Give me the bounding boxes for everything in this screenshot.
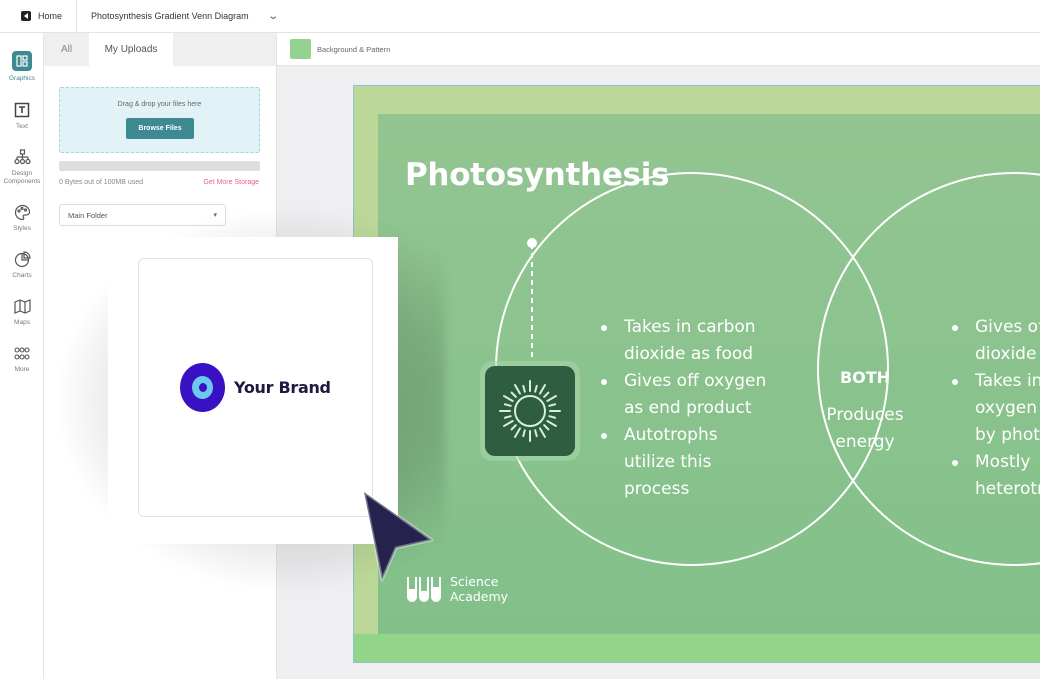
- get-more-storage-link[interactable]: Get More Storage: [203, 179, 259, 186]
- rail-item-more[interactable]: More: [0, 344, 44, 374]
- slide-canvas[interactable]: Photosynthesis Takes in carbon dioxide as…: [353, 85, 1040, 663]
- bullet-item: Gives off carbondioxide: [948, 314, 1040, 368]
- bullet-item: Takes in carbon dioxide as food: [597, 314, 766, 368]
- bullet-item: Gives off oxygen as end product: [597, 368, 766, 422]
- left-circle-bullets: Takes in carbon dioxide as food Gives off…: [597, 314, 766, 503]
- graphics-icon: [12, 51, 32, 71]
- home-label: Home: [38, 11, 63, 21]
- upload-thumbnail: Your Brand: [138, 258, 373, 517]
- rail-item-charts[interactable]: Charts: [0, 250, 44, 280]
- brand-name: Your Brand: [234, 378, 331, 397]
- palette-icon: [13, 203, 31, 221]
- tab-all[interactable]: All: [44, 33, 89, 66]
- pie-chart-icon: [13, 250, 31, 268]
- brand-logo-icon: [180, 363, 225, 412]
- intersection-title: BOTH: [839, 368, 891, 387]
- connector-dot: [527, 238, 537, 248]
- rail-label: Graphics: [8, 75, 35, 82]
- map-icon: [13, 297, 31, 315]
- sun-icon: [482, 361, 483, 362]
- bullet-item: Takes inoxygenby photosynthesis: [948, 368, 1040, 449]
- rail-item-maps[interactable]: Maps: [0, 297, 44, 327]
- rail-label: More: [14, 366, 30, 373]
- chevron-down-icon[interactable]: ⌄: [267, 11, 279, 22]
- bullet-item: Autotrophs utilize this process: [597, 422, 766, 503]
- tab-my-uploads[interactable]: My Uploads: [89, 33, 173, 66]
- dropzone-text: Drag & drop your files here: [117, 101, 202, 108]
- canvas-toolbar: Background & Pattern: [277, 33, 1040, 66]
- storage-usage-text: 0 Bytes out of 100MB used: [59, 179, 144, 186]
- brand-logo-group: Your Brand: [180, 363, 331, 412]
- back-arrow-icon: [21, 11, 31, 21]
- intersection-text: Produces energy: [826, 405, 904, 452]
- grid-dots-icon: [13, 344, 31, 362]
- dragged-upload-card[interactable]: Your Brand: [108, 237, 398, 544]
- background-pattern-button[interactable]: Background & Pattern: [317, 45, 390, 54]
- rail-label: Design Components: [3, 170, 41, 185]
- home-button[interactable]: Home: [0, 0, 78, 32]
- rail-label: Maps: [14, 319, 30, 326]
- rail-label: Styles: [13, 225, 31, 232]
- right-circle-bullets: Gives off carbondioxide Takes inoxygenby…: [948, 314, 1040, 503]
- rail-label: Charts: [12, 272, 32, 279]
- rail-item-graphics[interactable]: Graphics: [0, 51, 44, 83]
- bullet-item: Mostlyheterotrophs: [948, 449, 1040, 503]
- file-dropzone[interactable]: Drag & drop your files here Browse Files: [59, 87, 260, 153]
- top-bar: Home Photosynthesis Gradient Venn Diagra…: [0, 0, 1040, 33]
- background-color-swatch[interactable]: [290, 39, 311, 59]
- rail-item-design-components[interactable]: Design Components: [0, 148, 44, 185]
- sun-tile[interactable]: [480, 361, 580, 461]
- browse-files-button[interactable]: Browse Files: [126, 118, 194, 139]
- logo-text: Science Academy: [450, 574, 509, 604]
- rail-item-styles[interactable]: Styles: [0, 203, 44, 233]
- panel-tabs: All My Uploads: [44, 33, 276, 66]
- mouse-cursor-icon: [362, 490, 434, 582]
- rail-item-text[interactable]: Text: [0, 101, 44, 131]
- text-icon: [13, 101, 31, 119]
- rail-label: Text: [16, 123, 28, 130]
- tool-rail: Graphics Text Design Components Styles C…: [0, 33, 44, 679]
- design-components-icon: [13, 148, 31, 166]
- storage-progress-bar: [59, 161, 260, 171]
- document-title[interactable]: Photosynthesis Gradient Venn Diagram: [77, 11, 249, 21]
